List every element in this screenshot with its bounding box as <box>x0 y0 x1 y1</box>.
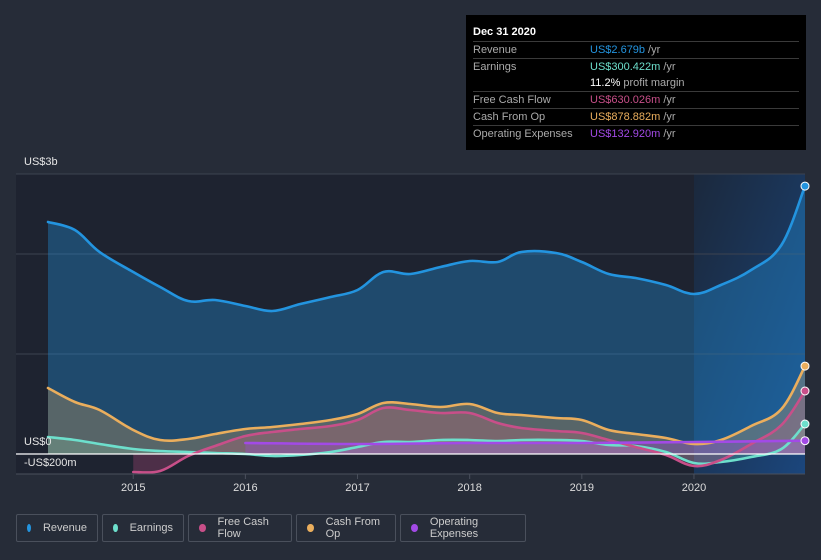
tooltip-row-margin: 11.2% profit margin <box>473 75 799 92</box>
tooltip-value: US$132.920m <box>590 128 661 140</box>
tooltip-row-revenue: Revenue US$2.679b /yr <box>473 42 799 59</box>
tooltip-value: US$2.679b <box>590 44 646 56</box>
tooltip-row-earnings: Earnings US$300.422m /yr <box>473 59 799 75</box>
tooltip-value: US$630.026m <box>590 94 661 106</box>
tooltip-row-cfo: Cash From Op US$878.882m /yr <box>473 109 799 126</box>
earnings-endpoint <box>800 419 810 429</box>
x-tick-label: 2019 <box>570 482 594 494</box>
legend-label: Free Cash Flow <box>217 516 269 540</box>
tooltip: Dec 31 2020 Revenue US$2.679b /yr Earnin… <box>466 15 806 150</box>
x-tick-label: 2016 <box>233 482 257 494</box>
revenue-dot-icon <box>27 524 31 532</box>
legend-item-earnings[interactable]: Earnings <box>102 514 184 542</box>
legend-label: Revenue <box>42 522 87 534</box>
x-axis: 2015 2016 2017 2018 2019 2020 <box>16 473 805 494</box>
revenue-endpoint <box>800 181 810 191</box>
x-tick-label: 2018 <box>457 482 481 494</box>
free-cash-flow-endpoint <box>800 386 810 396</box>
tooltip-label: Free Cash Flow <box>473 94 551 106</box>
tooltip-value: 11.2% <box>590 77 621 89</box>
tooltip-row-opex: Operating Expenses US$132.920m /yr <box>473 126 799 142</box>
x-tick-label: 2015 <box>121 482 145 494</box>
tooltip-unit: /yr <box>663 128 676 140</box>
legend-item-operating-expenses[interactable]: Operating Expenses <box>400 514 526 542</box>
tooltip-unit: /yr <box>648 44 661 56</box>
legend-item-free-cash-flow[interactable]: Free Cash Flow <box>188 514 292 542</box>
tooltip-label: Cash From Op <box>473 111 546 123</box>
x-tick-label: 2020 <box>682 482 706 494</box>
free-cash-flow-dot-icon <box>199 524 206 532</box>
legend-item-revenue[interactable]: Revenue <box>16 514 98 542</box>
legend-label: Cash From Op <box>325 516 380 540</box>
tooltip-date: Dec 31 2020 <box>473 23 799 42</box>
legend-label: Earnings <box>129 522 173 534</box>
cash-from-op-dot-icon <box>307 524 314 532</box>
tooltip-unit: profit margin <box>623 77 685 89</box>
y-tick-label-bottom: -US$200m <box>24 457 77 469</box>
tooltip-label: Revenue <box>473 44 518 56</box>
tooltip-row-fcf: Free Cash Flow US$630.026m /yr <box>473 92 799 109</box>
tooltip-unit: /yr <box>663 94 676 106</box>
y-tick-label-zero: US$0 <box>24 436 52 448</box>
earnings-dot-icon <box>113 524 118 532</box>
y-tick-label-top: US$3b <box>24 156 58 168</box>
tooltip-label: Operating Expenses <box>473 128 573 140</box>
tooltip-value: US$878.882m <box>590 111 661 123</box>
operating-expenses-dot-icon <box>411 524 418 532</box>
legend: Revenue Earnings Free Cash Flow Cash Fro… <box>16 514 526 542</box>
tooltip-value: US$300.422m <box>590 61 661 73</box>
cash-from-op-endpoint <box>800 361 810 371</box>
legend-label: Operating Expenses <box>429 516 479 540</box>
tooltip-unit: /yr <box>663 61 676 73</box>
tooltip-unit: /yr <box>663 111 676 123</box>
tooltip-label: Earnings <box>473 61 517 73</box>
x-tick-label: 2017 <box>345 482 369 494</box>
operating-expenses-endpoint <box>800 436 810 446</box>
tooltip-label <box>473 75 590 91</box>
legend-item-cash-from-op[interactable]: Cash From Op <box>296 514 396 542</box>
